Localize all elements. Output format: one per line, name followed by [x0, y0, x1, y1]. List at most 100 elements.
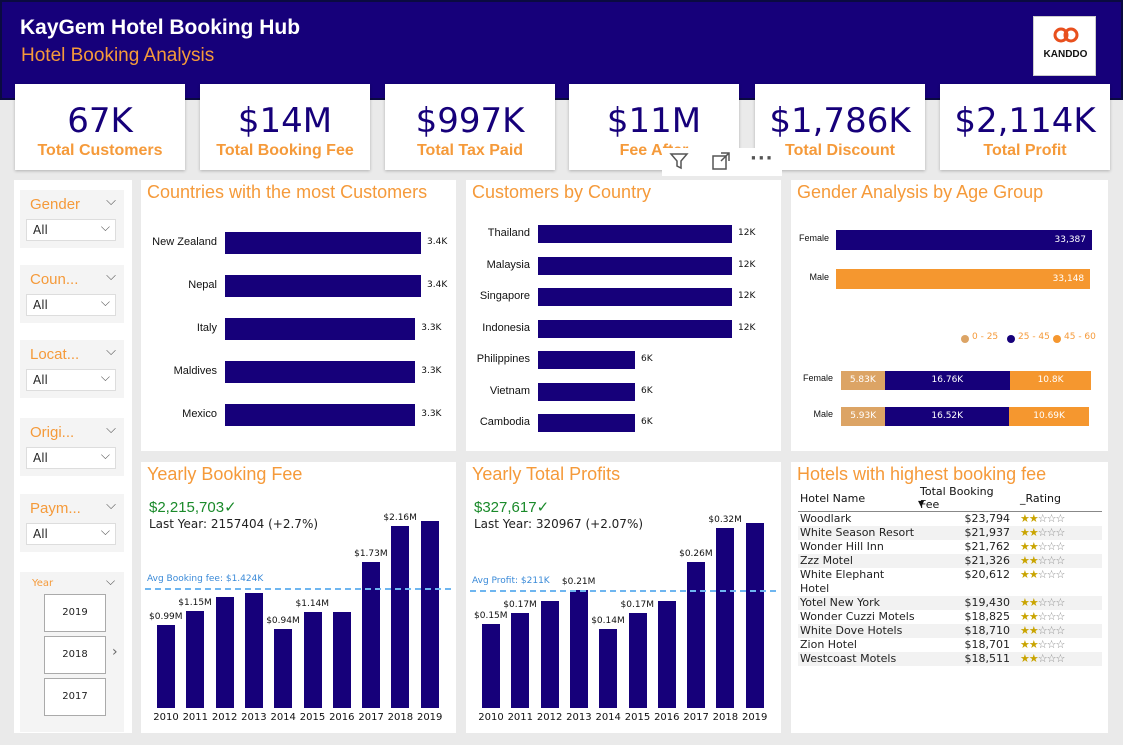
bar — [538, 351, 635, 369]
chart-title: Yearly Total Profits — [472, 464, 621, 484]
bar — [599, 629, 618, 708]
chevron-down-icon[interactable]: ⌵ — [106, 422, 116, 437]
slicer-origin[interactable]: Origi... ⌵ All ⌵ — [20, 418, 124, 476]
more-options-icon[interactable]: ··· — [750, 148, 774, 169]
slicer-location[interactable]: Locat... ⌵ All ⌵ — [20, 340, 124, 398]
slicer-payment[interactable]: Paym... ⌵ All ⌵ — [20, 494, 124, 552]
chart-customers-by-country[interactable]: Customers by Country Thailand 12K Malaysia… — [466, 180, 781, 451]
hotels-table[interactable]: Hotel Name Total Booking Fee ▼ _Rating W… — [798, 485, 1102, 666]
average-line — [145, 588, 451, 591]
year-option-button[interactable]: 2019 — [44, 594, 106, 632]
slicer-dropdown[interactable]: All ⌵ — [26, 219, 116, 241]
chevron-down-icon: ⌵ — [100, 295, 110, 309]
data-label: 5.93K — [850, 411, 877, 421]
table-row[interactable]: White Dove Hotels $18,710 ★★☆☆☆ — [798, 624, 1102, 638]
slicer-value: All — [33, 298, 48, 312]
focus-mode-icon[interactable] — [710, 150, 732, 177]
star-rating-icon: ★★☆☆☆ — [1020, 638, 1065, 651]
slicer-year[interactable]: Year ⌵ 2019 2018 2017 › — [20, 572, 124, 732]
x-tick-label: 2015 — [624, 712, 651, 723]
data-label: $0.17M — [620, 599, 655, 610]
x-tick-label: 2011 — [182, 712, 209, 723]
table-row[interactable]: White Season Resort $21,937 ★★☆☆☆ — [798, 526, 1102, 540]
kpi-card-total-profit[interactable]: $2,114K Total Profit — [940, 84, 1110, 170]
x-tick-label: 2018 — [387, 712, 414, 723]
table-row[interactable]: Wonder Hill Inn $21,762 ★★☆☆☆ — [798, 540, 1102, 554]
rating-cell: ★★☆☆☆ — [1018, 596, 1102, 610]
slicer-gender[interactable]: Gender ⌵ All ⌵ — [20, 190, 124, 248]
kpi-value: 67K — [67, 101, 133, 141]
x-tick-label: 2019 — [741, 712, 768, 723]
chart-title: Gender Analysis by Age Group — [797, 182, 1044, 202]
slicer-pane: Gender ⌵ All ⌵ Coun... ⌵ All ⌵ Locat... … — [14, 180, 132, 733]
rating-cell: ★★☆☆☆ — [1018, 540, 1102, 554]
data-label: $1.73M — [354, 549, 388, 560]
table-row[interactable]: Woodlark $23,794 ★★☆☆☆ — [798, 512, 1102, 527]
chevron-down-icon[interactable]: ⌵ — [106, 574, 115, 589]
kpi-card-total-tax-paid[interactable]: $997K Total Tax Paid — [385, 84, 555, 170]
slicer-dropdown[interactable]: All ⌵ — [26, 294, 116, 316]
data-label: 12K — [738, 228, 756, 238]
slicer-country[interactable]: Coun... ⌵ All ⌵ — [20, 265, 124, 323]
chevron-down-icon[interactable]: ⌵ — [106, 498, 116, 513]
booking-fee-cell: $23,794 — [964, 512, 1011, 525]
table-row[interactable]: Westcoast Motels $18,511 ★★☆☆☆ — [798, 652, 1102, 666]
chevron-down-icon[interactable]: ⌵ — [106, 269, 116, 284]
kpi-value: $2,114K — [954, 101, 1096, 141]
data-label: 3.3K — [421, 323, 442, 333]
slicer-title: Origi... — [30, 424, 75, 441]
star-rating-icon: ★★☆☆☆ — [1020, 526, 1065, 539]
booking-fee-cell: $18,825 — [964, 610, 1011, 623]
x-tick-label: 2010 — [153, 712, 179, 723]
average-line-label: Avg Profit: $211K — [472, 575, 550, 586]
bar — [628, 612, 647, 708]
chevron-down-icon: ⌵ — [100, 448, 110, 462]
table-row[interactable]: Zzz Motel $21,326 ★★☆☆☆ — [798, 554, 1102, 568]
kpi-card-total-booking-fee[interactable]: $14M Total Booking Fee — [200, 84, 370, 170]
table-row[interactable]: White Elephant Hotel $20,612 ★★☆☆☆ — [798, 568, 1102, 596]
average-line — [470, 589, 776, 592]
kpi-value: $997K — [415, 101, 525, 141]
bar — [657, 601, 676, 708]
legend-label: 0 - 25 — [972, 332, 999, 342]
chart-yearly-profits[interactable]: Yearly Total Profits $327,617✓ Last Year:… — [466, 462, 781, 733]
category-label: Maldives — [173, 365, 217, 377]
bar — [482, 623, 500, 708]
chart-gender-age[interactable]: Gender Analysis by Age Group Female 33,38… — [791, 180, 1108, 451]
slicer-title: Gender — [30, 196, 81, 213]
chart-top-countries[interactable]: Countries with the most Customers New Ze… — [141, 180, 456, 451]
kpi-label: Total Tax Paid — [416, 142, 524, 159]
filter-icon[interactable] — [668, 150, 690, 177]
kpi-card-total-customers[interactable]: 67K Total Customers — [15, 84, 185, 170]
table-top-hotels[interactable]: Hotels with highest booking fee Hotel Na… — [791, 462, 1108, 733]
chart-yearly-booking-fee[interactable]: Yearly Booking Fee $2,215,703✓ Last Year:… — [141, 462, 456, 733]
category-label: Mexico — [182, 408, 217, 420]
bar — [538, 319, 732, 338]
table-row[interactable]: Zion Hotel $18,701 ★★☆☆☆ — [798, 638, 1102, 652]
bar — [569, 590, 588, 708]
rating-cell: ★★☆☆☆ — [1018, 610, 1102, 624]
data-label: 3.3K — [421, 366, 442, 376]
rating-cell: ★★☆☆☆ — [1018, 652, 1102, 666]
table-row[interactable]: Yotel New York $19,430 ★★☆☆☆ — [798, 596, 1102, 610]
slicer-dropdown[interactable]: All ⌵ — [26, 369, 116, 391]
star-rating-icon: ★★☆☆☆ — [1020, 554, 1065, 567]
column-header[interactable]: Total Booking Fee ▼ — [918, 485, 1018, 512]
bar — [225, 318, 416, 340]
booking-fee-cell: $21,326 — [918, 554, 1018, 568]
chevron-right-icon[interactable]: › — [112, 644, 118, 660]
table-row[interactable]: Wonder Cuzzi Motels $18,825 ★★☆☆☆ — [798, 610, 1102, 624]
kpi-label: Total Customers — [37, 142, 163, 159]
slicer-dropdown[interactable]: All ⌵ — [26, 523, 116, 545]
column-header-label: Total Booking Fee — [920, 485, 994, 511]
year-option-button[interactable]: 2018 — [44, 636, 106, 674]
chevron-down-icon[interactable]: ⌵ — [106, 344, 116, 359]
category-label: New Zealand — [152, 236, 217, 248]
category-label: Cambodia — [479, 416, 530, 428]
slicer-dropdown[interactable]: All ⌵ — [26, 447, 116, 469]
column-header[interactable]: _Rating — [1018, 485, 1102, 512]
year-option-button[interactable]: 2017 — [44, 678, 106, 716]
column-header[interactable]: Hotel Name — [798, 485, 918, 512]
chevron-down-icon[interactable]: ⌵ — [106, 194, 116, 209]
category-label: Italy — [196, 322, 217, 334]
